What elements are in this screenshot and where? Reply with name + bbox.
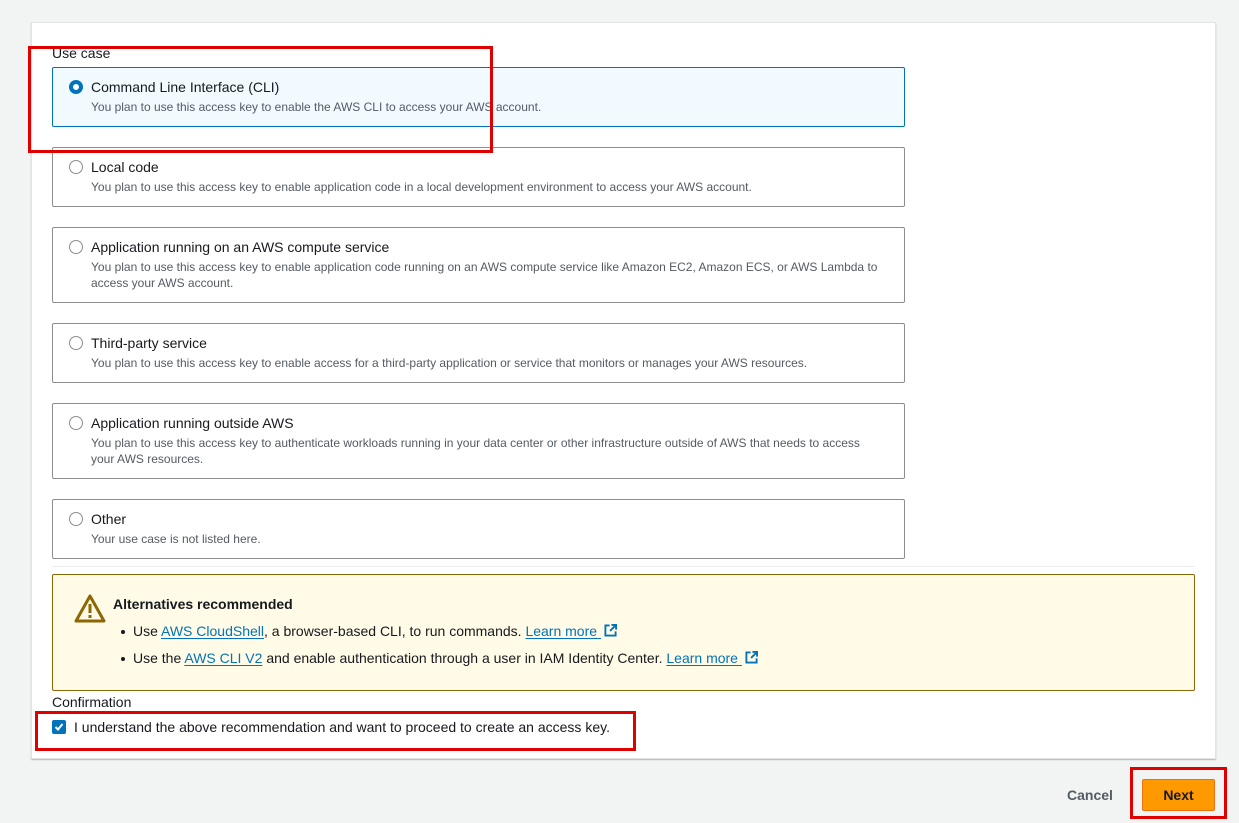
option-outside-aws[interactable]: Application running outside AWS You plan…	[52, 403, 905, 479]
next-button[interactable]: Next	[1142, 779, 1215, 811]
option-other[interactable]: Other Your use case is not listed here.	[52, 499, 905, 559]
learn-more-label: Learn more	[525, 623, 598, 639]
alert-text: Use	[133, 623, 162, 639]
alert-text: Use the	[133, 650, 185, 666]
option-title: Application running outside AWS	[91, 415, 294, 431]
alert-text: , a browser-based CLI, to run commands.	[264, 623, 526, 639]
alternatives-alert: Alternatives recommended Use AWS CloudSh…	[52, 574, 1195, 691]
external-link-icon	[604, 624, 617, 637]
alert-item: Use the AWS CLI V2 and enable authentica…	[117, 649, 758, 676]
aws-cloudshell-link[interactable]: AWS CloudShell	[161, 623, 264, 639]
radio-icon[interactable]	[69, 240, 83, 254]
radio-selected-icon[interactable]	[69, 80, 83, 94]
option-title: Application running on an AWS compute se…	[91, 239, 390, 255]
option-cli[interactable]: Command Line Interface (CLI) You plan to…	[52, 67, 905, 127]
confirmation-checkbox-row[interactable]: I understand the above recommendation an…	[52, 719, 610, 735]
option-description: You plan to use this access key to enabl…	[91, 260, 878, 290]
option-description: You plan to use this access key to enabl…	[91, 180, 752, 194]
option-title: Local code	[91, 159, 159, 175]
option-description: You plan to use this access key to authe…	[91, 436, 860, 466]
option-third-party-service[interactable]: Third-party service You plan to use this…	[52, 323, 905, 383]
option-description: Your use case is not listed here.	[91, 532, 261, 546]
option-local-code[interactable]: Local code You plan to use this access k…	[52, 147, 905, 207]
option-description: You plan to use this access key to enabl…	[91, 100, 542, 114]
warning-icon	[74, 594, 106, 623]
radio-icon[interactable]	[69, 416, 83, 430]
external-link-icon	[745, 651, 758, 664]
radio-icon[interactable]	[69, 336, 83, 350]
checkmark-icon	[54, 723, 64, 731]
confirmation-label: Confirmation	[52, 694, 132, 710]
option-title: Other	[91, 511, 127, 527]
alert-item: Use AWS CloudShell, a browser-based CLI,…	[117, 622, 758, 649]
learn-more-link[interactable]: Learn more	[666, 650, 758, 666]
alert-list: Use AWS CloudShell, a browser-based CLI,…	[117, 622, 758, 676]
learn-more-label: Learn more	[666, 650, 738, 666]
option-description: You plan to use this access key to enabl…	[91, 356, 808, 370]
aws-cli-v2-link[interactable]: AWS CLI V2	[184, 650, 262, 666]
learn-more-link[interactable]: Learn more	[525, 623, 617, 639]
confirmation-text: I understand the above recommendation an…	[74, 719, 610, 735]
alert-title: Alternatives recommended	[113, 596, 293, 612]
option-aws-compute-service[interactable]: Application running on an AWS compute se…	[52, 227, 905, 303]
radio-icon[interactable]	[69, 160, 83, 174]
option-title: Third-party service	[91, 335, 207, 351]
use-case-label: Use case	[52, 45, 111, 61]
divider	[52, 566, 1195, 567]
confirmation-checkbox[interactable]	[52, 720, 66, 734]
option-title: Command Line Interface (CLI)	[91, 79, 280, 95]
cancel-button[interactable]: Cancel	[1058, 780, 1122, 810]
radio-icon[interactable]	[69, 512, 83, 526]
alert-text: and enable authentication through a user…	[262, 650, 667, 666]
